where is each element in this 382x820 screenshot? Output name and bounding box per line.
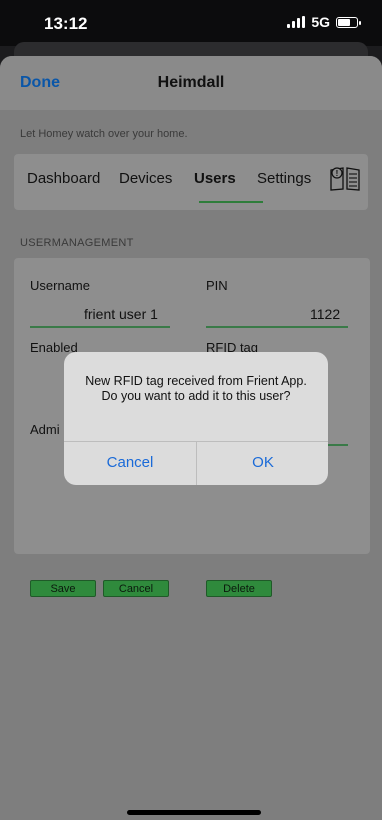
username-label: Username [30,278,90,293]
dialog-cancel-button[interactable]: Cancel [64,441,196,485]
clock: 13:12 [44,14,88,33]
pin-underline [206,326,348,328]
manual-book-icon[interactable]: ! [328,162,362,192]
status-icons: 5G [287,14,361,30]
dialog-ok-button[interactable]: OK [197,441,328,485]
tagline: Let Homey watch over your home. [20,128,188,140]
navigation-bar: Done Heimdall [0,56,382,110]
network-type: 5G [311,14,330,30]
cancel-button[interactable]: Cancel [103,580,169,597]
battery-icon [336,16,361,28]
username-underline [30,326,170,328]
tab-settings[interactable]: Settings [257,170,311,187]
home-indicator[interactable] [127,810,261,815]
dialog-message: New RFID tag received from Frient App. D… [85,374,307,403]
status-bar: 13:12 5G [0,0,382,46]
active-tab-indicator [199,201,263,203]
username-field[interactable]: frient user 1 [84,306,158,322]
save-button[interactable]: Save [30,580,96,597]
admin-label: Admi [30,422,60,437]
rfid-alert-dialog: New RFID tag received from Frient App. D… [64,352,328,485]
section-title: USERMANAGEMENT [20,237,134,249]
tab-bar: Dashboard Devices Users Settings ! [14,154,368,210]
page-title: Heimdall [157,74,225,91]
delete-button[interactable]: Delete [206,580,272,597]
tab-users[interactable]: Users [194,170,236,187]
signal-icon [287,16,306,28]
svg-text:!: ! [336,169,339,178]
tab-dashboard[interactable]: Dashboard [27,170,100,187]
pin-field[interactable]: 1122 [310,306,340,322]
pin-label: PIN [206,278,228,293]
tab-devices[interactable]: Devices [119,170,172,187]
